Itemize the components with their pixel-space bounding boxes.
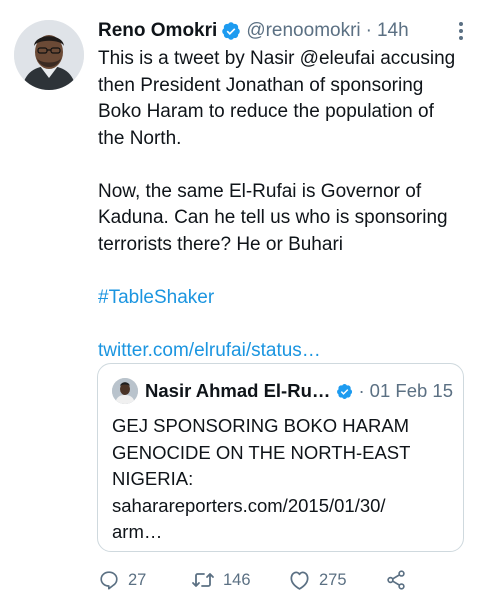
retweet-button[interactable]: 146	[191, 566, 251, 594]
more-options-icon[interactable]	[450, 20, 472, 42]
verified-badge-icon	[337, 383, 353, 399]
hashtag-link[interactable]: #TableShaker	[98, 285, 463, 312]
verified-badge-icon	[222, 22, 241, 40]
tweet-actions-bar: 27 146 275	[98, 566, 428, 594]
reply-icon	[100, 571, 118, 590]
tweet: Reno Omokri @renoomokri · 14h This is a …	[0, 0, 480, 602]
author-avatar[interactable]	[14, 20, 84, 90]
quoted-tweet-header: Nasir Ahmad El-Ru… · 01 Feb 15	[145, 378, 453, 404]
quoted-line: saharareporters.com/2015/01/30/	[112, 494, 386, 516]
share-icon	[387, 570, 405, 590]
reply-count: 27	[128, 570, 147, 589]
author-handle[interactable]: @renoomokri	[246, 20, 360, 42]
quoted-tweet-date: 01 Feb 15	[369, 380, 453, 401]
like-count: 275	[319, 570, 347, 589]
quoted-author-avatar	[112, 378, 138, 404]
retweet-icon	[192, 573, 214, 587]
like-icon	[290, 571, 309, 590]
quoted-tweet-card[interactable]: Nasir Ahmad El-Ru… · 01 Feb 15 GEJ SPONS…	[97, 363, 464, 552]
share-button[interactable]	[385, 566, 407, 594]
tweet-header: Reno Omokri @renoomokri · 14h	[98, 16, 466, 46]
quoted-author-name: Nasir Ahmad El-Ru…	[145, 380, 331, 401]
quoted-line: GENOCIDE ON THE NORTH-EAST	[112, 441, 411, 463]
separator-dot: ·	[365, 20, 372, 41]
separator-dot: ·	[358, 380, 365, 401]
quoted-line: GEJ SPONSORING BOKO HARAM	[112, 415, 410, 436]
reply-button[interactable]: 27	[98, 566, 146, 594]
tweet-paragraph: This is a tweet by Nasir @eleufai accusi…	[98, 48, 456, 149]
like-button[interactable]: 275	[288, 566, 347, 594]
tweet-timestamp[interactable]: 14h	[377, 20, 409, 42]
quoted-line: arm…	[112, 521, 163, 542]
retweet-count: 146	[223, 570, 251, 589]
tweet-text: This is a tweet by Nasir @eleufai accusi…	[98, 46, 463, 391]
author-name[interactable]: Reno Omokri	[98, 20, 217, 42]
status-link[interactable]: twitter.com/elrufai/status…	[98, 338, 463, 365]
quoted-line: NIGERIA:	[112, 468, 194, 489]
tweet-paragraph: Now, the same El-Rufai is Governor of Ka…	[98, 180, 448, 255]
quoted-tweet-text: GEJ SPONSORING BOKO HARAM GENOCIDE ON TH…	[112, 413, 442, 546]
